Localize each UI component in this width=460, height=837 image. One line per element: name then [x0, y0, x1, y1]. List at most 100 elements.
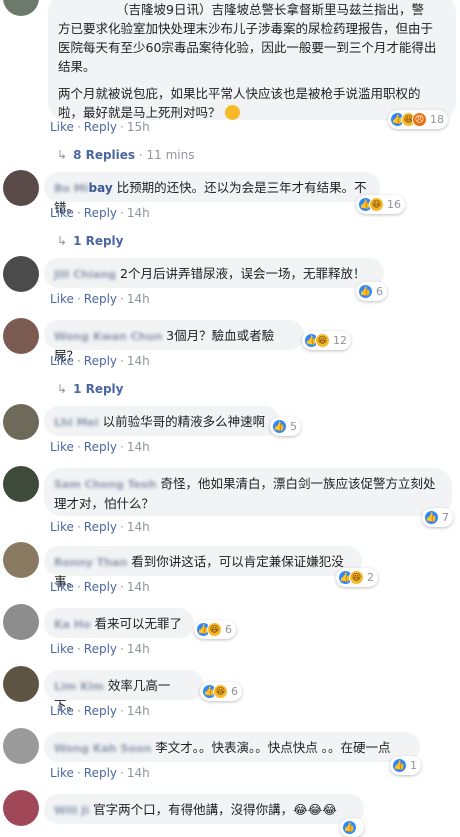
timestamp[interactable]: 14h: [127, 206, 150, 220]
comment-text-line: 方已要求化验室加快处理末沙布儿子涉毒案的尿检药理报告，但由于: [58, 21, 434, 36]
separator-dot: ·: [120, 766, 124, 780]
avatar[interactable]: [3, 604, 39, 640]
reaction-summary[interactable]: 👍 😆 6: [194, 620, 236, 639]
replies-count[interactable]: 8 Replies: [73, 148, 135, 162]
timestamp[interactable]: 14h: [127, 292, 150, 306]
reaction-summary[interactable]: 👍 😆 16: [356, 195, 405, 214]
commenter-name[interactable]: Lhi Mei: [54, 416, 99, 429]
reaction-summary[interactable]: 👍 6: [356, 282, 387, 301]
timestamp[interactable]: 14h: [127, 520, 150, 534]
view-replies-link[interactable]: ↳ 8 Replies · 11 mins: [57, 148, 195, 162]
like-link[interactable]: Like: [50, 704, 74, 718]
comment-bubble: Ronny Than 看到你讲这话，可以肯定兼保证嫌犯没事。: [44, 546, 362, 589]
reaction-summary[interactable]: 👍 😆 6: [200, 682, 242, 701]
reaction-summary[interactable]: 👍: [340, 818, 364, 837]
avatar[interactable]: [3, 466, 39, 502]
commenter-name[interactable]: Ka Ho: [54, 618, 91, 631]
view-replies-link[interactable]: ↳ 1 Reply: [57, 382, 124, 396]
like-link[interactable]: Like: [50, 292, 74, 306]
view-replies-link[interactable]: ↳ 1 Reply: [57, 234, 124, 248]
comment-bubble: Bo Mibay 比预期的还快。还以为会是三年才有结果。不错。: [44, 172, 380, 215]
avatar[interactable]: [3, 666, 39, 702]
comment-bubble: （吉隆坡9日讯）吉隆坡总警长拿督斯里马兹兰指出，警 方已要求化验室加快处理末沙布…: [48, 0, 456, 120]
like-link[interactable]: Like: [50, 354, 74, 368]
reaction-count: 7: [442, 511, 449, 524]
separator-dot: ·: [76, 292, 81, 306]
reply-link[interactable]: Reply: [84, 354, 117, 368]
reaction-count: 1: [410, 759, 417, 772]
commenter-name[interactable]: Sam Chong Teoh: [54, 478, 157, 491]
avatar[interactable]: [3, 404, 39, 440]
reply-link[interactable]: Reply: [84, 520, 117, 534]
reply-link[interactable]: Reply: [84, 120, 117, 134]
separator-dot: ·: [76, 520, 81, 534]
avatar[interactable]: [3, 0, 39, 16]
reaction-summary[interactable]: 👍 5: [270, 417, 301, 436]
comment-text: 2个月后讲弄错尿液，误会一场，无罪释放！: [120, 266, 366, 281]
commenter-name[interactable]: Wong Kah Soon: [54, 742, 151, 755]
reply-link[interactable]: Reply: [84, 704, 117, 718]
haha-icon: 😆: [213, 684, 228, 699]
timestamp[interactable]: 14h: [127, 580, 150, 594]
reply-link[interactable]: Reply: [84, 292, 117, 306]
haha-icon: 😆: [207, 622, 222, 637]
separator-dot: ·: [120, 292, 124, 306]
comment-bubble: Will Ji 官字两个口，有得他講，沒得你講，😂😂😂: [44, 794, 364, 824]
avatar[interactable]: [3, 728, 39, 764]
commenter-name-suffix[interactable]: bay: [89, 181, 113, 195]
timestamp[interactable]: 14h: [127, 642, 150, 656]
like-link[interactable]: Like: [50, 520, 74, 534]
avatar[interactable]: [3, 170, 39, 206]
separator-dot: ·: [120, 580, 124, 594]
timestamp[interactable]: 14h: [127, 440, 150, 454]
reply-link[interactable]: Reply: [84, 440, 117, 454]
commenter-name[interactable]: Lim Kim: [54, 680, 104, 693]
comment-text-line: 医院每天有至少60宗毒品案待化验，因此一般要一到三个月才能得出: [58, 40, 437, 55]
like-link[interactable]: Like: [50, 440, 74, 454]
avatar[interactable]: [3, 542, 39, 578]
reaction-summary[interactable]: 👍 😆 12: [302, 331, 351, 350]
comment-actions: Like · Reply · 14h: [50, 766, 150, 780]
timestamp[interactable]: 14h: [127, 766, 150, 780]
separator-dot: ·: [135, 148, 147, 162]
timestamp[interactable]: 14h: [127, 354, 150, 368]
avatar[interactable]: [3, 790, 39, 826]
comment-actions: Like · Reply · 14h: [50, 292, 150, 306]
reply-arrow-icon: ↳: [57, 382, 68, 396]
avatar[interactable]: [3, 256, 39, 292]
reaction-count: 16: [387, 198, 401, 211]
timestamp[interactable]: 15h: [127, 120, 150, 134]
smile-emoji-icon: [224, 105, 240, 120]
replies-count[interactable]: 1 Reply: [73, 234, 123, 248]
commenter-name[interactable]: Jill Chiang: [54, 268, 116, 281]
comment-text: 奇怪，他如果清白，漂白剑一族应该促警方立刻处: [160, 476, 436, 491]
like-link[interactable]: Like: [50, 642, 74, 656]
comment-actions: Like · Reply · 14h: [50, 642, 150, 656]
commenter-name[interactable]: Bo Mi: [54, 182, 89, 195]
reaction-summary[interactable]: 👍 😆 😠 18: [388, 110, 448, 129]
like-link[interactable]: Like: [50, 120, 74, 134]
like-link[interactable]: Like: [50, 580, 74, 594]
like-link[interactable]: Like: [50, 206, 74, 220]
like-link[interactable]: Like: [50, 766, 74, 780]
separator-dot: ·: [120, 440, 124, 454]
avatar[interactable]: [3, 318, 39, 354]
commenter-name[interactable]: Wong Kwan Chun: [54, 330, 162, 343]
haha-icon: 😆: [315, 333, 330, 348]
reply-link[interactable]: Reply: [84, 580, 117, 594]
commenter-name[interactable]: Will Ji: [54, 804, 89, 817]
commenter-name[interactable]: Ronny Than: [54, 556, 127, 569]
reply-link[interactable]: Reply: [84, 766, 117, 780]
haha-icon: 😆: [349, 570, 364, 585]
replies-count[interactable]: 1 Reply: [73, 382, 123, 396]
reaction-count: 18: [430, 113, 444, 126]
timestamp[interactable]: 14h: [127, 704, 150, 718]
reaction-summary[interactable]: 👍 😆 2: [336, 568, 378, 587]
reaction-summary[interactable]: 👍 7: [422, 508, 453, 527]
reply-link[interactable]: Reply: [84, 642, 117, 656]
reaction-summary[interactable]: 👍 1: [390, 756, 421, 775]
comment-bubble: Wong Kwan Chun 3個月？驗血或者驗屍？: [44, 320, 304, 363]
comment-text: 啦，最好就是马上死刑对吗？: [58, 105, 221, 120]
separator-dot: ·: [76, 580, 81, 594]
reply-link[interactable]: Reply: [84, 206, 117, 220]
